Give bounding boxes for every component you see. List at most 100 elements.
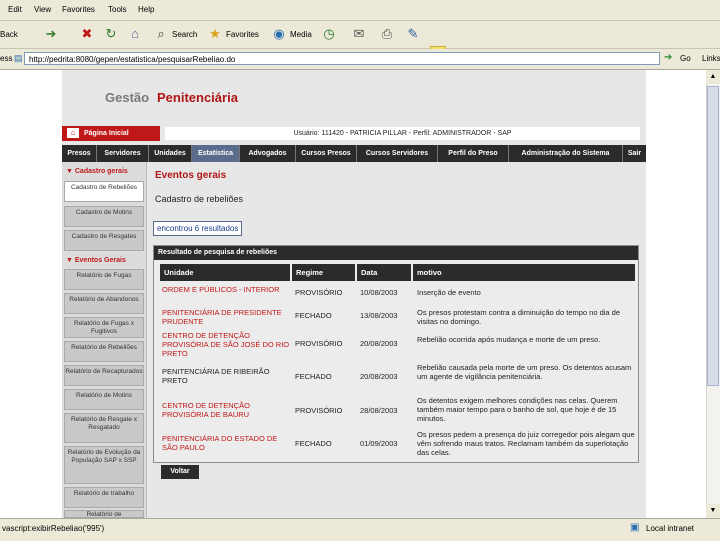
column-data[interactable]: Data	[357, 264, 411, 281]
nav-unidades[interactable]: Unidades	[149, 145, 192, 162]
results-count: encontrou 6 resultados	[153, 221, 243, 236]
home-icon[interactable]: ⌂	[126, 25, 144, 43]
chevron-down-icon: ▼	[66, 168, 75, 175]
logo-text-penitenciaria: Penitenciária	[157, 90, 238, 105]
menu-favorites[interactable]: Favorites	[62, 5, 95, 14]
results-header: Resultado de pesquisa de rebeliões	[154, 246, 638, 260]
back-label[interactable]: Back	[0, 30, 18, 39]
browser-menubar: Edit View Favorites Tools Help	[0, 0, 720, 21]
nav-advogados[interactable]: Advogados	[240, 145, 296, 162]
menu-help[interactable]: Help	[138, 5, 154, 14]
sidebar-item-relatorio-fugas[interactable]: Relatório de Fugas	[64, 269, 144, 290]
sidebar-item-relatorio-resgate[interactable]: Relatório de Resgate x Resgatado	[64, 413, 144, 443]
row-unidade-link[interactable]: CENTRO DE DETENÇÃO PROVISÓRIA DE SÃO JOS…	[162, 331, 292, 358]
go-icon[interactable]: ➔	[664, 52, 672, 63]
sidebar-item-cadastro-resgates[interactable]: Cadastro de Resgates	[64, 230, 144, 251]
sidebar-item-relatorio-abandonos[interactable]: Relatório de Abandonos	[64, 293, 144, 314]
address-label: ess	[0, 54, 13, 63]
menu-view[interactable]: View	[34, 5, 51, 14]
sidebar-section-label: Eventos Gerais	[74, 257, 126, 264]
site-header	[62, 70, 646, 122]
nav-cursos-servidores[interactable]: Cursos Servidores	[357, 145, 438, 162]
media-icon[interactable]: ◉	[270, 25, 288, 43]
refresh-icon[interactable]: ↻	[102, 25, 120, 43]
sidebar-section-label: Cadastro gerais	[74, 168, 128, 175]
menu-edit[interactable]: Edit	[8, 5, 22, 14]
row-regime: PROVISÓRIO	[295, 288, 343, 297]
sidebar-item-relatorio-evolucao[interactable]: Relatório de Evolução da População SAP x…	[64, 446, 144, 484]
row-unidade-link[interactable]: ORDEM E PÚBLICOS - INTERIOR	[162, 285, 288, 294]
search-label[interactable]: Search	[172, 30, 197, 39]
nav-administracao[interactable]: Administração do Sistema	[509, 145, 623, 162]
zone-label: Local intranet	[646, 524, 695, 533]
row-data: 01/09/2003	[360, 439, 398, 448]
column-regime[interactable]: Regime	[292, 264, 355, 281]
print-icon[interactable]: ⎙	[378, 25, 396, 43]
row-regime: PROVISÓRIO	[295, 406, 343, 415]
sidebar-item-relatorio-rebelioes[interactable]: Relatório de Rebeliões	[64, 341, 144, 362]
scroll-up-icon[interactable]: ▲	[706, 70, 720, 84]
row-unidade-link[interactable]: CENTRO DE DETENÇÃO PROVISÓRIA DE BAURU	[162, 401, 288, 419]
sidebar-item-relatorio-recapturados[interactable]: Relatório de Recapturados	[64, 365, 144, 386]
chevron-down-icon: ▼	[66, 257, 75, 264]
favorites-label[interactable]: Favorites	[226, 30, 259, 39]
media-label[interactable]: Media	[290, 30, 312, 39]
nav-perfil-preso[interactable]: Perfil do Preso	[438, 145, 509, 162]
links-label[interactable]: Links	[702, 54, 720, 63]
nav-estatistica[interactable]: Estatística	[192, 145, 240, 162]
favorites-icon[interactable]: ★	[206, 25, 224, 43]
sidebar-item-cadastro-rebelioes[interactable]: Cadastro de Rebeliões	[64, 181, 144, 202]
row-data: 28/08/2003	[360, 406, 398, 415]
row-motivo: Os detentos exigem melhores condições na…	[417, 396, 618, 423]
history-icon[interactable]: ◷	[320, 25, 338, 43]
house-icon: ⌂	[67, 128, 79, 138]
row-data: 20/08/2003	[360, 372, 398, 381]
row-regime: FECHADO	[295, 372, 332, 381]
status-text: vascript:exibirRebeliao('995')	[2, 524, 105, 533]
user-info: Usuário: 111420 - PATRICIA PILLAR - Perf…	[165, 127, 640, 140]
nav-sair[interactable]: Sair	[623, 145, 646, 162]
row-motivo: Os presos pedem a presença do juiz corre…	[417, 430, 635, 457]
stop-icon[interactable]: ✖	[78, 25, 96, 43]
sidebar-section-eventos[interactable]: ▼ Eventos Gerais	[66, 257, 126, 264]
column-motivo[interactable]: motivo	[413, 264, 635, 281]
nav-presos[interactable]: Presos	[62, 145, 97, 162]
browser-toolbar: Back ➜ ✖ ↻ ⌂ ⌕ Search ★ Favorites ◉ Medi…	[0, 21, 720, 64]
row-unidade-link[interactable]: PENITENCIÁRIA DE RIBEIRÃO PRETO	[162, 367, 288, 385]
forward-icon[interactable]: ➜	[42, 25, 60, 43]
row-unidade-link[interactable]: PENITENCIÁRIA DE PRESIDENTE PRUDENTE	[162, 308, 288, 326]
url-field[interactable]: http://pedrita:8080/gepen/estatistica/pe…	[24, 52, 660, 65]
section-title: Eventos gerais	[155, 170, 227, 181]
row-unidade-link[interactable]: PENITENCIÁRIA DO ESTADO DE SÃO PAULO	[162, 434, 288, 452]
scrollbar-thumb[interactable]	[707, 86, 719, 386]
logo-text-gestao: Gestão	[105, 90, 150, 105]
page-subtitle: Cadastro de rebeliões	[155, 194, 244, 204]
edit-icon[interactable]: ✎	[404, 25, 422, 43]
sidebar-item-relatorio-fugas-fugitivos[interactable]: Relatório de Fugas x Fugitivos	[64, 317, 144, 338]
sidebar-item-relatorio-trabalho[interactable]: Relatório de trabalho	[64, 487, 144, 508]
row-data: 13/08/2003	[360, 311, 398, 320]
row-motivo: Rebelião ocorrida após mudança e morte d…	[417, 335, 601, 344]
mail-icon[interactable]: ✉	[350, 25, 368, 43]
column-unidade[interactable]: Unidade	[160, 264, 290, 281]
row-data: 20/08/2003	[360, 339, 398, 348]
row-regime: FECHADO	[295, 439, 332, 448]
sidebar-item-relatorio-motins[interactable]: Relatório de Motins	[64, 389, 144, 410]
row-motivo: Inserção de evento	[417, 288, 481, 297]
sidebar-section-cadastros[interactable]: ▼ Cadastro gerais	[66, 168, 128, 175]
row-regime: FECHADO	[295, 311, 332, 320]
nav-servidores[interactable]: Servidores	[97, 145, 149, 162]
row-data: 10/08/2003	[360, 288, 398, 297]
search-icon[interactable]: ⌕	[152, 25, 170, 43]
scroll-down-icon[interactable]: ▼	[706, 504, 720, 518]
menu-tools[interactable]: Tools	[108, 5, 127, 14]
intranet-icon: ▣	[630, 522, 640, 533]
go-label[interactable]: Go	[680, 54, 691, 63]
sidebar-item-relatorio-more[interactable]: Relatório de	[64, 510, 144, 518]
sidebar-item-cadastro-motins[interactable]: Cadastro de Motins	[64, 206, 144, 227]
page-icon: ▤	[14, 53, 23, 63]
row-motivo: Os presos protestam contra a diminuição …	[417, 308, 621, 326]
nav-cursos-presos[interactable]: Cursos Presos	[296, 145, 357, 162]
status-bar: vascript:exibirRebeliao('995') ▣ Local i…	[0, 518, 720, 541]
back-button[interactable]: Voltar	[161, 465, 199, 479]
